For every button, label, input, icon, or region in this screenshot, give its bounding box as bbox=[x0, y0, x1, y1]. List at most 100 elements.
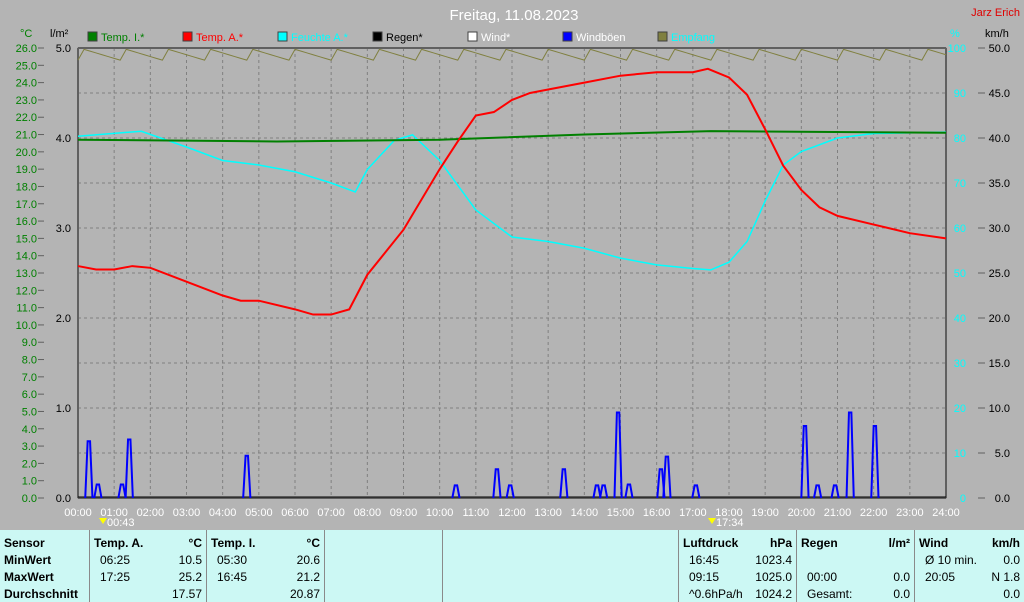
rain-tick-label: 4.0 bbox=[56, 133, 71, 145]
temp-tick-label: 16.0 bbox=[16, 216, 37, 228]
legend-label: Windböen bbox=[576, 32, 626, 44]
legend-label: Empfang bbox=[671, 32, 715, 44]
legend-label: Regen* bbox=[386, 32, 423, 44]
col-unit: hPa bbox=[769, 536, 792, 550]
sensor-label: Sensor bbox=[4, 536, 45, 550]
legend-label: Feuchte A.* bbox=[291, 32, 349, 44]
unit-temp: °C bbox=[20, 28, 32, 40]
row-value: 10.5 bbox=[178, 553, 202, 567]
col-header: Wind bbox=[919, 536, 949, 550]
max-label: MaxWert bbox=[4, 570, 54, 584]
temp-tick-label: 4.0 bbox=[22, 424, 37, 436]
avg-label: Durchschnitt bbox=[4, 587, 79, 601]
row-time: 16:45 bbox=[689, 553, 720, 567]
temp-tick-label: 5.0 bbox=[22, 406, 37, 418]
row-value: 20.6 bbox=[296, 553, 320, 567]
row-time: Ø 10 min. bbox=[925, 553, 978, 567]
min-label: MinWert bbox=[4, 553, 52, 567]
legend-swatch bbox=[562, 31, 573, 42]
chart-title: Freitag, 11.08.2023 bbox=[450, 7, 579, 24]
temp-tick-label: 26.0 bbox=[16, 43, 37, 55]
wind-tick-label: 15.0 bbox=[989, 358, 1010, 370]
temp-tick-label: 13.0 bbox=[16, 268, 37, 280]
col-temp-i: Temp. I. °C 05:30 20.6 16:45 21.2 20.87 bbox=[206, 530, 324, 602]
row-time bbox=[94, 586, 100, 602]
row-value: N 1.8 bbox=[991, 570, 1020, 584]
row-value: 17.57 bbox=[171, 587, 202, 601]
col-empty-1 bbox=[324, 530, 442, 602]
col-rain: Regen l/m² 00:00 0.0 Gesamt: 0.0 bbox=[796, 530, 914, 602]
x-tick-label: 13:00 bbox=[534, 507, 562, 519]
legend-swatch bbox=[87, 31, 98, 42]
x-tick-label: 19:00 bbox=[751, 507, 779, 519]
hum-tick-label: 30 bbox=[954, 358, 966, 370]
row-value: 21.2 bbox=[296, 570, 320, 584]
legend-label: Wind* bbox=[481, 32, 511, 44]
col-header: Regen bbox=[801, 536, 838, 550]
hum-tick-label: 90 bbox=[954, 88, 966, 100]
hum-tick-label: 50 bbox=[954, 268, 966, 280]
svg-text:00:43: 00:43 bbox=[107, 517, 135, 529]
legend-swatch bbox=[277, 31, 288, 42]
temp-tick-label: 1.0 bbox=[22, 476, 37, 488]
x-tick-label: 03:00 bbox=[173, 507, 201, 519]
x-tick-label: 07:00 bbox=[317, 507, 345, 519]
row-value: 20.87 bbox=[289, 587, 320, 601]
temp-tick-label: 18.0 bbox=[16, 181, 37, 193]
temp-tick-label: 24.0 bbox=[16, 78, 37, 90]
row-value: 0.0 bbox=[893, 570, 910, 584]
x-tick-label: 21:00 bbox=[824, 507, 852, 519]
row-value: 1024.2 bbox=[755, 587, 792, 601]
row-time: 09:15 bbox=[689, 570, 720, 584]
temp-tick-label: 20.0 bbox=[16, 147, 37, 159]
row-time: 00:00 bbox=[807, 570, 838, 584]
legend-label: Temp. I.* bbox=[101, 32, 145, 44]
wind-tick-label: 40.0 bbox=[989, 133, 1010, 145]
hum-tick-label: 40 bbox=[954, 313, 966, 325]
col-sensor: Sensor MinWert MaxWert Durchschnitt bbox=[0, 530, 89, 602]
x-tick-label: 24:00 bbox=[932, 507, 960, 519]
rain-tick-label: 3.0 bbox=[56, 223, 71, 235]
hum-tick-label: 70 bbox=[954, 178, 966, 190]
temp-tick-label: 2.0 bbox=[22, 458, 37, 470]
row-value: 0.0 bbox=[893, 587, 910, 601]
hum-tick-label: 10 bbox=[954, 448, 966, 460]
temp-tick-label: 6.0 bbox=[22, 389, 37, 401]
row-value: 25.2 bbox=[178, 570, 202, 584]
temp-tick-label: 3.0 bbox=[22, 441, 37, 453]
hum-tick-label: 20 bbox=[954, 403, 966, 415]
x-tick-label: 12:00 bbox=[498, 507, 526, 519]
stats-panel: Sensor MinWert MaxWert Durchschnitt Temp… bbox=[0, 530, 1024, 602]
temp-tick-label: 0.0 bbox=[22, 493, 37, 505]
row-time bbox=[211, 586, 217, 602]
unit-hum: % bbox=[950, 28, 960, 40]
col-empty-2 bbox=[442, 530, 560, 602]
col-temp-a: Temp. A. °C 06:25 10.5 17:25 25.2 17.57 bbox=[89, 530, 206, 602]
x-tick-label: 02:00 bbox=[137, 507, 165, 519]
row-time bbox=[801, 552, 807, 568]
hum-tick-label: 80 bbox=[954, 133, 966, 145]
col-unit: °C bbox=[306, 536, 320, 550]
temp-tick-label: 22.0 bbox=[16, 112, 37, 124]
temp-tick-label: 12.0 bbox=[16, 285, 37, 297]
x-tick-label: 22:00 bbox=[860, 507, 888, 519]
col-unit: l/m² bbox=[888, 536, 910, 550]
col-unit: °C bbox=[188, 536, 202, 550]
col-empty-3 bbox=[560, 530, 678, 602]
wind-tick-label: 45.0 bbox=[989, 88, 1010, 100]
rain-tick-label: 2.0 bbox=[56, 313, 71, 325]
rain-tick-label: 0.0 bbox=[56, 493, 71, 505]
x-tick-label: 00:00 bbox=[64, 507, 92, 519]
x-tick-label: 04:00 bbox=[209, 507, 237, 519]
wind-tick-label: 35.0 bbox=[989, 178, 1010, 190]
wind-tick-label: 0.0 bbox=[995, 493, 1010, 505]
x-tick-label: 11:00 bbox=[462, 507, 489, 519]
col-unit: km/h bbox=[991, 536, 1020, 550]
temp-tick-label: 10.0 bbox=[16, 320, 37, 332]
x-tick-label: 10:00 bbox=[426, 507, 454, 519]
temp-tick-label: 7.0 bbox=[22, 372, 37, 384]
hum-tick-label: 100 bbox=[948, 43, 966, 55]
legend-swatch bbox=[182, 31, 193, 42]
wind-tick-label: 30.0 bbox=[989, 223, 1010, 235]
unit-rain: l/m² bbox=[50, 28, 69, 40]
